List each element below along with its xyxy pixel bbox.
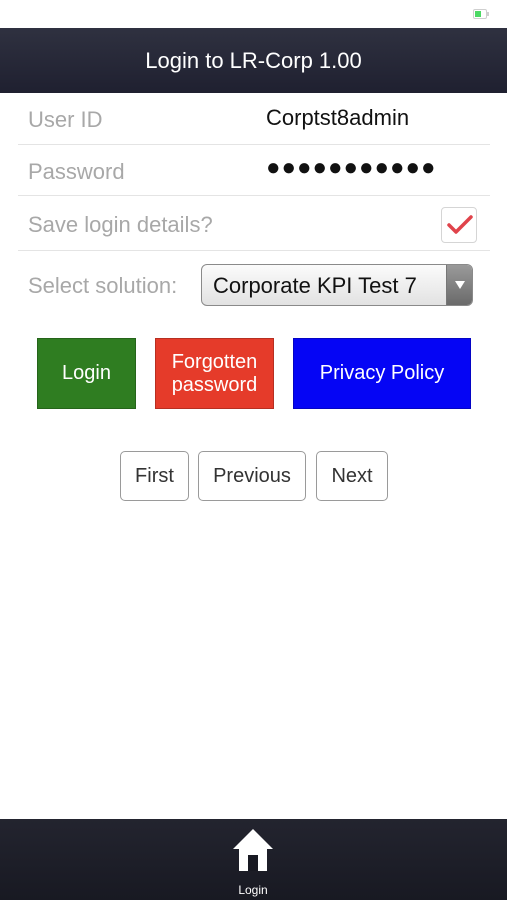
login-form: User ID Corptst8admin Password ●●●●●●●●●… bbox=[18, 93, 490, 251]
solution-label: Select solution: bbox=[28, 273, 178, 298]
password-input[interactable]: ●●●●●●●●●●● bbox=[266, 154, 436, 182]
page-title: Login to LR-Corp 1.00 bbox=[145, 47, 362, 73]
user-id-input[interactable]: Corptst8admin bbox=[266, 105, 409, 131]
login-button-label: Login bbox=[62, 362, 111, 384]
password-row: Password ●●●●●●●●●●● bbox=[18, 145, 490, 196]
login-button[interactable]: Login bbox=[37, 338, 136, 409]
user-id-label: User ID bbox=[28, 107, 103, 132]
previous-button[interactable]: Previous bbox=[198, 451, 306, 501]
tab-bar: Login bbox=[0, 819, 507, 900]
forgotten-password-button[interactable]: Forgotten password bbox=[155, 338, 274, 409]
save-login-label: Save login details? bbox=[28, 212, 213, 237]
dropdown-arrow-icon bbox=[446, 265, 472, 305]
app-header: Login to LR-Corp 1.00 bbox=[0, 28, 507, 93]
next-button[interactable]: Next bbox=[316, 451, 388, 501]
status-bar bbox=[0, 0, 507, 28]
save-login-row: Save login details? bbox=[18, 196, 490, 251]
privacy-policy-label: Privacy Policy bbox=[319, 362, 445, 384]
battery-icon bbox=[473, 9, 489, 19]
solution-selected-value: Corporate KPI Test 7 bbox=[213, 273, 417, 298]
tab-login[interactable]: Login bbox=[222, 827, 284, 897]
checkmark-icon bbox=[447, 215, 473, 234]
tab-login-label: Login bbox=[238, 883, 268, 897]
save-login-checkbox[interactable] bbox=[441, 207, 477, 243]
home-icon bbox=[233, 829, 273, 871]
user-id-row: User ID Corptst8admin bbox=[18, 93, 490, 145]
solution-row: Select solution: Corporate KPI Test 7 bbox=[18, 262, 490, 308]
privacy-policy-button[interactable]: Privacy Policy bbox=[293, 338, 471, 409]
password-label: Password bbox=[28, 159, 125, 184]
first-button[interactable]: First bbox=[120, 451, 189, 501]
solution-select[interactable]: Corporate KPI Test 7 bbox=[201, 264, 473, 306]
forgotten-password-label: Forgotten password bbox=[171, 350, 258, 396]
